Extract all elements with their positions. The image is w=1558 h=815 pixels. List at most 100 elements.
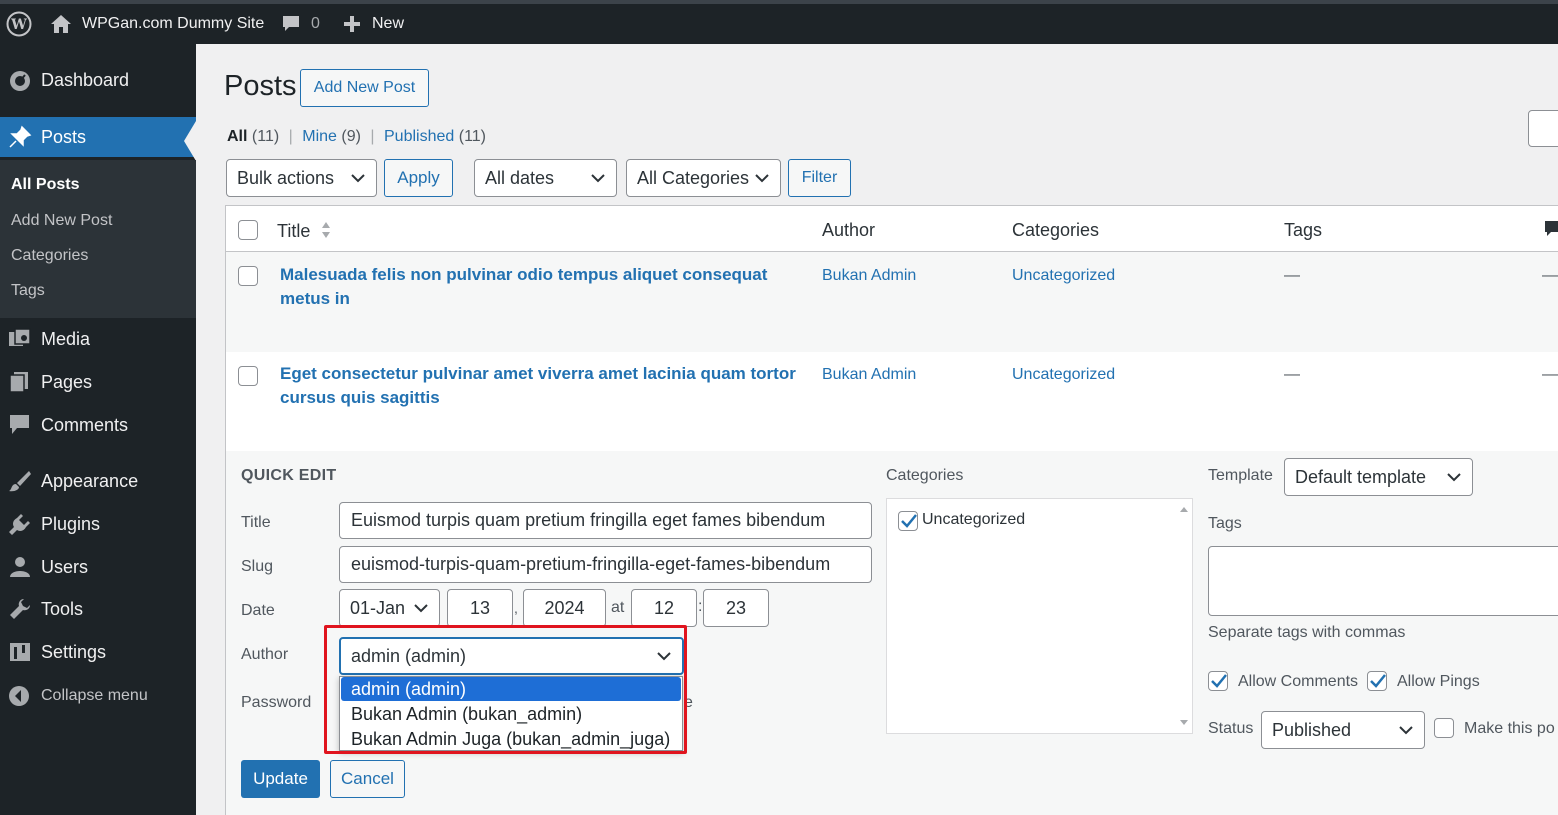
sidebar-item-tools[interactable]: Tools xyxy=(0,589,196,629)
bulk-actions-select[interactable]: Bulk actions xyxy=(226,159,377,197)
submenu-categories[interactable]: Categories xyxy=(11,247,88,265)
filter-published[interactable]: Published xyxy=(384,128,454,145)
sidebar-item-label: Plugins xyxy=(41,513,101,534)
template-value: Default template xyxy=(1295,466,1427,487)
post-title-line: cursus quis sagittis xyxy=(280,388,440,407)
apply-button[interactable]: Apply xyxy=(384,159,453,197)
minute-input[interactable]: 23 xyxy=(703,589,769,627)
slug-input[interactable]: euismod-turpis-quam-pretium-fringilla-eg… xyxy=(339,546,872,583)
sidebar-item-plugins[interactable]: Plugins xyxy=(0,504,196,544)
column-tags: Tags xyxy=(1284,220,1323,240)
active-menu-notch xyxy=(184,121,196,161)
title-input[interactable]: Euismod turpis quam pretium fringilla eg… xyxy=(339,502,872,539)
media-icon xyxy=(8,327,32,351)
column-title-sort[interactable]: Title xyxy=(277,220,332,242)
chevron-down-icon xyxy=(591,174,605,183)
category-filter-select[interactable]: All Categories xyxy=(626,159,781,197)
sidebar-item-label: Settings xyxy=(41,641,107,662)
sidebar-item-users[interactable]: Users xyxy=(0,547,196,587)
checkmark-icon xyxy=(901,514,917,528)
comment-bubble-icon xyxy=(281,14,301,34)
column-categories: Categories xyxy=(1012,220,1100,240)
svg-text:W: W xyxy=(10,17,27,33)
collapse-icon xyxy=(8,684,32,708)
password-label: Password xyxy=(241,694,312,711)
post-title-line: Malesuada felis non pulvinar odio tempus… xyxy=(280,265,768,284)
sticky-checkbox[interactable] xyxy=(1434,718,1454,738)
filter-mine[interactable]: Mine xyxy=(302,128,337,145)
title-input-value: Euismod turpis quam pretium fringilla eg… xyxy=(351,510,826,530)
status-label: Status xyxy=(1208,720,1254,737)
filter-all[interactable]: All xyxy=(227,128,247,145)
post-title-link[interactable]: Malesuada felis non pulvinar odio tempus… xyxy=(280,263,767,311)
bulk-actions-value: Bulk actions xyxy=(237,167,335,188)
submenu-tags[interactable]: Tags xyxy=(11,282,45,300)
filter-button[interactable]: Filter xyxy=(788,159,851,197)
search-posts-input[interactable] xyxy=(1528,110,1558,147)
title-label: Title xyxy=(241,514,271,531)
date-filter-select[interactable]: All dates xyxy=(474,159,617,197)
wordpress-logo-icon[interactable]: W xyxy=(6,4,32,44)
sidebar-item-appearance[interactable]: Appearance xyxy=(0,461,196,501)
plug-icon xyxy=(8,512,32,536)
home-icon xyxy=(50,14,72,34)
post-author-link[interactable]: Bukan Admin xyxy=(822,366,916,384)
category-filter-value: All Categories xyxy=(637,167,750,188)
sidebar-item-media[interactable]: Media xyxy=(0,319,196,359)
sticky-label: Make this po xyxy=(1464,720,1555,737)
sidebar-item-pages[interactable]: Pages xyxy=(0,362,196,402)
row-checkbox[interactable] xyxy=(238,366,258,386)
sidebar-item-posts[interactable]: Posts xyxy=(0,117,196,157)
template-select[interactable]: Default template xyxy=(1284,458,1473,496)
post-category-link[interactable]: Uncategorized xyxy=(1012,267,1115,285)
hour-input[interactable]: 12 xyxy=(631,589,697,627)
tags-textarea[interactable] xyxy=(1208,546,1558,616)
day-value: 13 xyxy=(469,597,491,618)
sidebar-item-dashboard[interactable]: Dashboard xyxy=(0,60,196,100)
posts-table: Title Author Categories Tags Malesuada f… xyxy=(225,205,1558,452)
sidebar-item-comments[interactable]: Comments xyxy=(0,405,196,445)
date-at-label: at xyxy=(611,599,625,616)
site-name-link[interactable]: WPGan.com Dummy Site xyxy=(50,4,264,44)
allow-comments-checkbox[interactable] xyxy=(1208,671,1228,691)
scroll-up-icon[interactable] xyxy=(1180,507,1188,512)
minute-value: 23 xyxy=(725,597,747,618)
collapse-menu-button[interactable]: Collapse menu xyxy=(0,676,196,716)
select-all-checkbox[interactable] xyxy=(238,220,258,240)
chevron-down-icon xyxy=(755,174,769,183)
comments-link[interactable]: 0 xyxy=(281,4,320,44)
month-select[interactable]: 01-Jan xyxy=(339,589,440,627)
settings-icon xyxy=(8,640,32,664)
categories-label: Categories xyxy=(886,467,964,484)
chevron-down-icon xyxy=(351,174,365,183)
new-content-link[interactable]: New xyxy=(343,4,404,44)
allow-pings-checkbox[interactable] xyxy=(1367,671,1387,691)
pages-icon xyxy=(8,370,32,394)
sidebar-item-label: Media xyxy=(41,328,91,349)
time-colon: : xyxy=(698,598,703,615)
post-category-link[interactable]: Uncategorized xyxy=(1012,366,1115,384)
day-input[interactable]: 13 xyxy=(447,589,513,627)
submenu-add-new-post[interactable]: Add New Post xyxy=(11,212,112,230)
filter-mine-count: (9) xyxy=(341,128,361,145)
status-value: Published xyxy=(1272,719,1352,740)
filter-published-count: (11) xyxy=(458,128,486,145)
posts-submenu: All Posts Add New Post Categories Tags xyxy=(0,160,196,318)
scroll-down-icon[interactable] xyxy=(1180,720,1188,725)
post-title-link[interactable]: Eget consectetur pulvinar amet viverra a… xyxy=(280,362,796,410)
row-checkbox[interactable] xyxy=(238,266,258,286)
sidebar-item-label: Pages xyxy=(41,371,93,392)
status-select[interactable]: Published xyxy=(1261,711,1425,749)
sidebar-item-label: Dashboard xyxy=(41,69,130,90)
category-checkbox[interactable] xyxy=(898,511,918,531)
post-author-link[interactable]: Bukan Admin xyxy=(822,267,916,285)
submenu-all-posts[interactable]: All Posts xyxy=(11,176,79,194)
add-new-post-button[interactable]: Add New Post xyxy=(300,69,429,107)
cancel-button[interactable]: Cancel xyxy=(330,760,405,798)
template-label: Template xyxy=(1208,467,1273,484)
category-checklist[interactable]: Uncategorized xyxy=(886,498,1193,734)
update-button[interactable]: Update xyxy=(241,760,320,798)
sidebar-item-settings[interactable]: Settings xyxy=(0,632,196,672)
user-icon xyxy=(8,555,32,579)
year-input[interactable]: 2024 xyxy=(523,589,606,627)
